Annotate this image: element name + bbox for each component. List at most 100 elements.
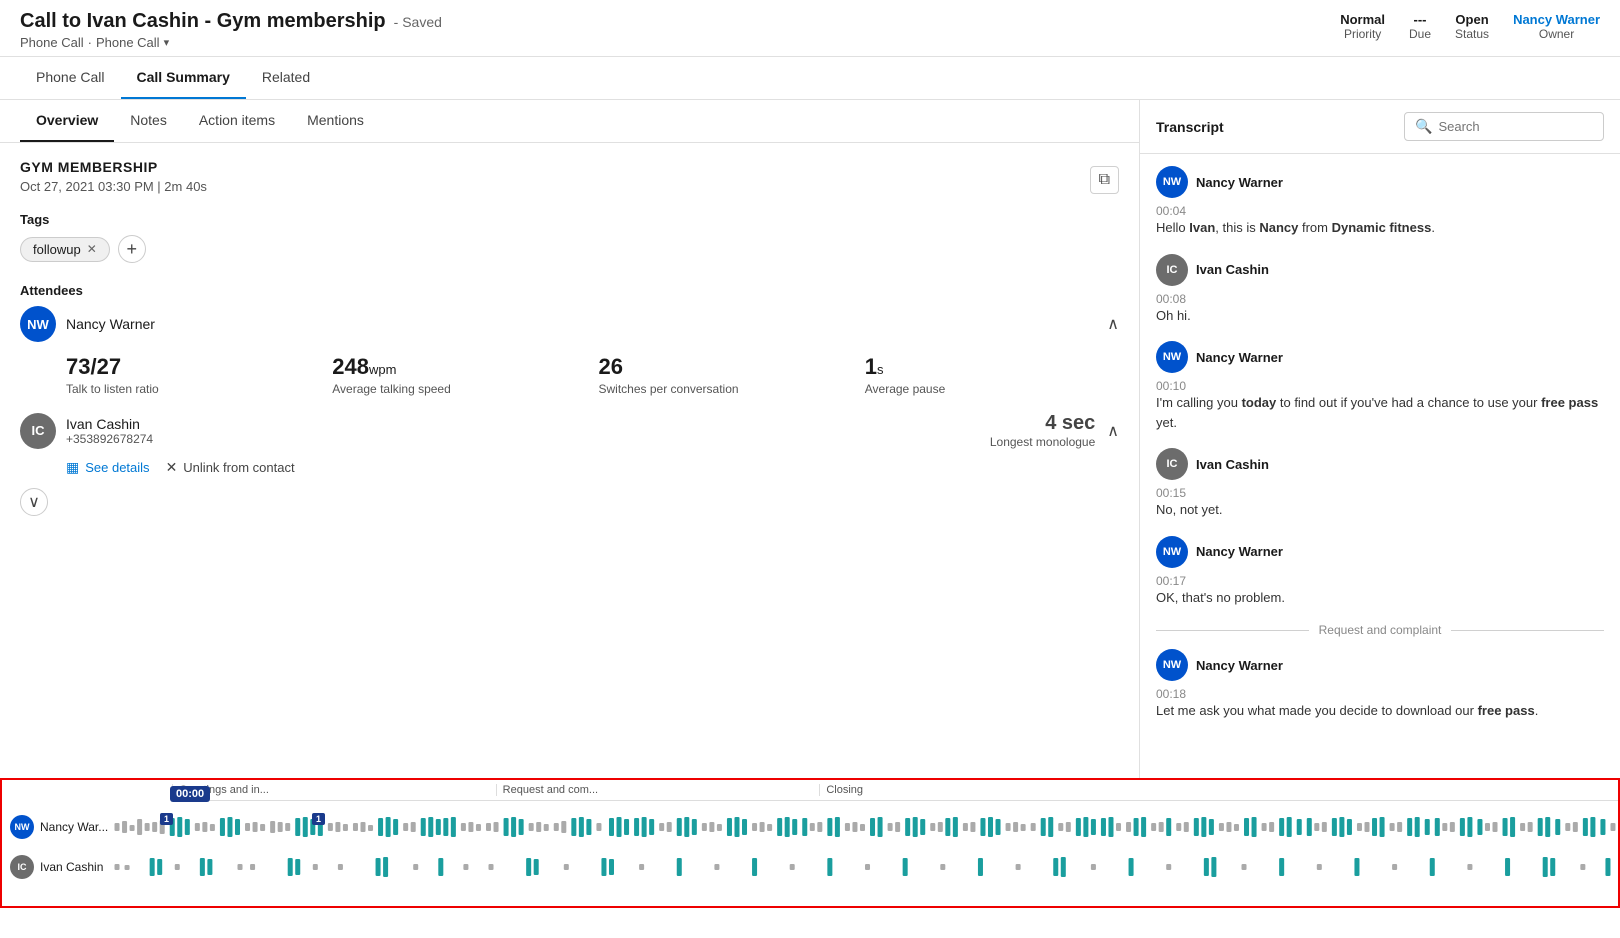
attendee2-right-area: 4 sec Longest monologue ∧ [990, 412, 1119, 449]
owner-meta: Nancy Warner Owner [1513, 12, 1600, 41]
unlink-contact-link[interactable]: ✕ Unlink from contact [166, 459, 295, 476]
attendee1-name-row: NW Nancy Warner [20, 306, 155, 342]
text-6: Let me ask you what made you decide to d… [1156, 701, 1604, 721]
transcript-search-input[interactable] [1438, 119, 1593, 134]
saved-indicator: - Saved [394, 14, 442, 30]
header: Call to Ivan Cashin - Gym membership - S… [0, 0, 1620, 57]
owner-label: Owner [1539, 27, 1574, 41]
divider-line-left [1156, 630, 1309, 631]
attendee2-row: IC Ivan Cashin +353892678274 4 sec Longe… [20, 412, 1119, 449]
waveform-label-ic: IC Ivan Cashin [2, 855, 112, 879]
stat-value-pause: 1s [865, 354, 1119, 380]
timeline-top-area: 00:00 Greetings and in... Request and co… [2, 780, 1618, 897]
tags-section: Tags followup ✕ + [20, 212, 1119, 263]
transcript-entry-1: NW Nancy Warner 00:04 Hello Ivan, this i… [1156, 166, 1604, 238]
details-icon: ▦ [66, 459, 79, 476]
avatar-ic-2: IC [1156, 254, 1188, 286]
divider-line-right [1451, 630, 1604, 631]
avatar-ic: IC [20, 413, 56, 449]
stat-label-switches: Switches per conversation [599, 382, 853, 396]
attendee1-collapse[interactable]: ∧ [1107, 314, 1119, 334]
speaker-name-1: Nancy Warner [1196, 175, 1283, 190]
unlink-icon: ✕ [166, 459, 178, 476]
see-details-link[interactable]: ▦ See details [66, 459, 150, 476]
expand-more-button[interactable]: ∨ [20, 488, 48, 516]
attendee2-actions: ▦ See details ✕ Unlink from contact [66, 459, 1119, 476]
transcript-divider-1: Request and complaint [1156, 623, 1604, 637]
timeline-current-marker: 00:00 [170, 786, 210, 802]
attendee2-collapse[interactable]: ∧ [1107, 421, 1119, 441]
stat-label-talk: Talk to listen ratio [66, 382, 320, 396]
timeline-section: 00:00 Greetings and in... Request and co… [0, 778, 1620, 908]
copy-button[interactable]: ⧉ [1090, 166, 1119, 194]
waveform-label-nw: NW Nancy War... [2, 815, 112, 839]
transcript-title: Transcript [1156, 119, 1224, 135]
speaker-name-4: Ivan Cashin [1196, 457, 1269, 472]
longest-mono-label: Longest monologue [990, 435, 1095, 449]
sub-tabs: Overview Notes Action items Mentions [0, 100, 1139, 143]
stat-value-wpm: 248wpm [332, 354, 586, 380]
speaker-name-2: Ivan Cashin [1196, 262, 1269, 277]
stat-switches: 26 Switches per conversation [599, 354, 853, 396]
attendee1-stats: 73/27 Talk to listen ratio 248wpm Averag… [66, 354, 1119, 396]
transcript-entry-5: NW Nancy Warner 00:17 OK, that's no prob… [1156, 536, 1604, 608]
speaker-row-1: NW Nancy Warner [1156, 166, 1604, 198]
stat-talk-listen: 73/27 Talk to listen ratio [66, 354, 320, 396]
tab-phone-call[interactable]: Phone Call [20, 57, 121, 99]
timeline-segments: Greetings and in... Request and com... C… [172, 784, 1618, 801]
stat-label-pause: Average pause [865, 382, 1119, 396]
due-meta: --- Due [1409, 12, 1431, 41]
text-4: No, not yet. [1156, 500, 1604, 520]
attendee2-info: Ivan Cashin +353892678274 [66, 416, 153, 446]
tab-related[interactable]: Related [246, 57, 326, 99]
subtab-action-items[interactable]: Action items [183, 100, 291, 142]
text-3: I'm calling you today to find out if you… [1156, 393, 1604, 432]
subtab-mentions[interactable]: Mentions [291, 100, 380, 142]
time-1: 00:04 [1156, 204, 1604, 218]
speaker-row-2: IC Ivan Cashin [1156, 254, 1604, 286]
time-5: 00:17 [1156, 574, 1604, 588]
transcript-search-box[interactable]: 🔍 [1404, 112, 1604, 141]
speaker-row-3: NW Nancy Warner [1156, 341, 1604, 373]
avatar-nw-5: NW [1156, 536, 1188, 568]
avatar-nw-1: NW [1156, 166, 1188, 198]
avatar-nw-6: NW [1156, 649, 1188, 681]
subtitle-part2[interactable]: Phone Call [96, 35, 160, 50]
transcript-entry-4: IC Ivan Cashin 00:15 No, not yet. [1156, 448, 1604, 520]
subtab-notes[interactable]: Notes [114, 100, 183, 142]
avatar-sm-ic: IC [10, 855, 34, 879]
stat-pause: 1s Average pause [865, 354, 1119, 396]
priority-label: Priority [1344, 27, 1381, 41]
due-label: Due [1409, 27, 1431, 41]
expand-more-row: ∨ [20, 488, 1119, 516]
stat-value-switches: 26 [599, 354, 853, 380]
text-2: Oh hi. [1156, 306, 1604, 326]
segment-request: Request and com... [496, 784, 820, 796]
tag-remove[interactable]: ✕ [87, 242, 97, 256]
transcript-header: Transcript 🔍 [1140, 100, 1620, 154]
transcript-entry-3: NW Nancy Warner 00:10 I'm calling you to… [1156, 341, 1604, 432]
owner-value[interactable]: Nancy Warner [1513, 12, 1600, 27]
waveform-name-ic: Ivan Cashin [40, 860, 103, 874]
tag-text: followup [33, 242, 81, 257]
subtab-overview[interactable]: Overview [20, 100, 114, 142]
speaker-row-4: IC Ivan Cashin [1156, 448, 1604, 480]
priority-meta: Normal Priority [1340, 12, 1385, 41]
text-5: OK, that's no problem. [1156, 588, 1604, 608]
subtitle-sep: · [88, 35, 92, 50]
status-label: Status [1455, 27, 1489, 41]
text-1: Hello Ivan, this is Nancy from Dynamic f… [1156, 218, 1604, 238]
tab-call-summary[interactable]: Call Summary [121, 57, 246, 99]
call-info-section: GYM MEMBERSHIP Oct 27, 2021 03:30 PM | 2… [20, 159, 1119, 194]
add-tag-button[interactable]: + [118, 235, 146, 263]
see-details-label: See details [85, 460, 149, 475]
transcript-content: NW Nancy Warner 00:04 Hello Ivan, this i… [1140, 154, 1620, 778]
avatar-sm-nw: NW [10, 815, 34, 839]
waveform-row-nw: NW Nancy War... 1 [2, 809, 1618, 845]
header-left: Call to Ivan Cashin - Gym membership - S… [20, 10, 442, 50]
status-meta: Open Status [1455, 12, 1489, 41]
nav-tabs: Phone Call Call Summary Related [0, 57, 1620, 100]
dropdown-icon[interactable]: ▾ [164, 36, 170, 49]
waveform-rows: NW Nancy War... 1 [2, 801, 1618, 897]
nw-waveform-svg [112, 813, 1618, 841]
